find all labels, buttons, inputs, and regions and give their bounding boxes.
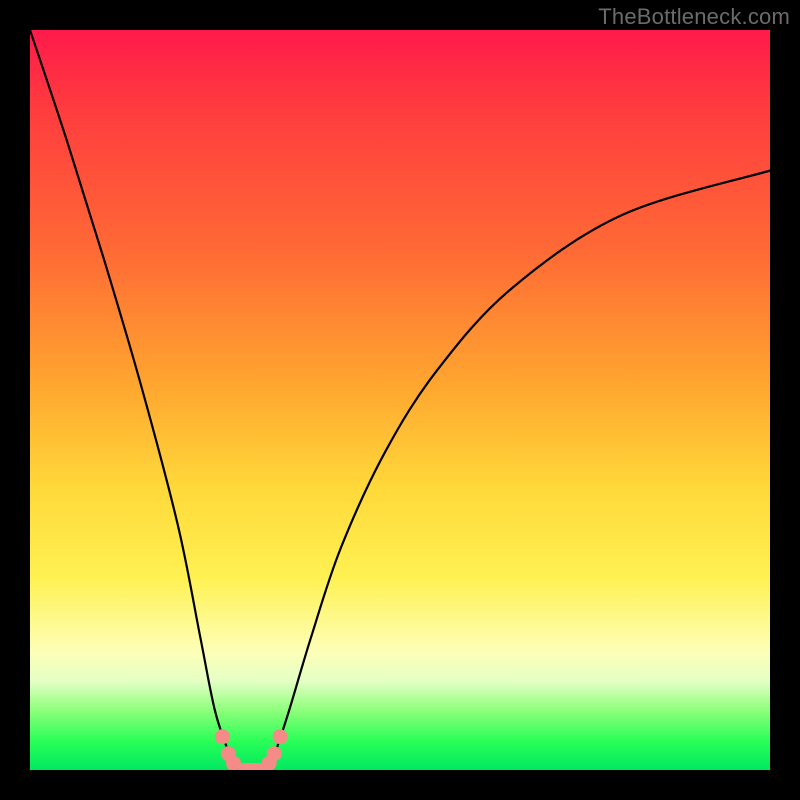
chart-plot-area [30,30,770,770]
bottleneck-curve-svg [30,30,770,770]
bottleneck-curve-path [30,30,770,770]
curve-marker [267,746,282,761]
curve-markers [215,729,288,770]
flat-bottom-marker [237,763,267,770]
watermark-text: TheBottleneck.com [598,4,790,30]
curve-marker [273,729,288,744]
curve-marker [215,729,230,744]
chart-frame: TheBottleneck.com [0,0,800,800]
